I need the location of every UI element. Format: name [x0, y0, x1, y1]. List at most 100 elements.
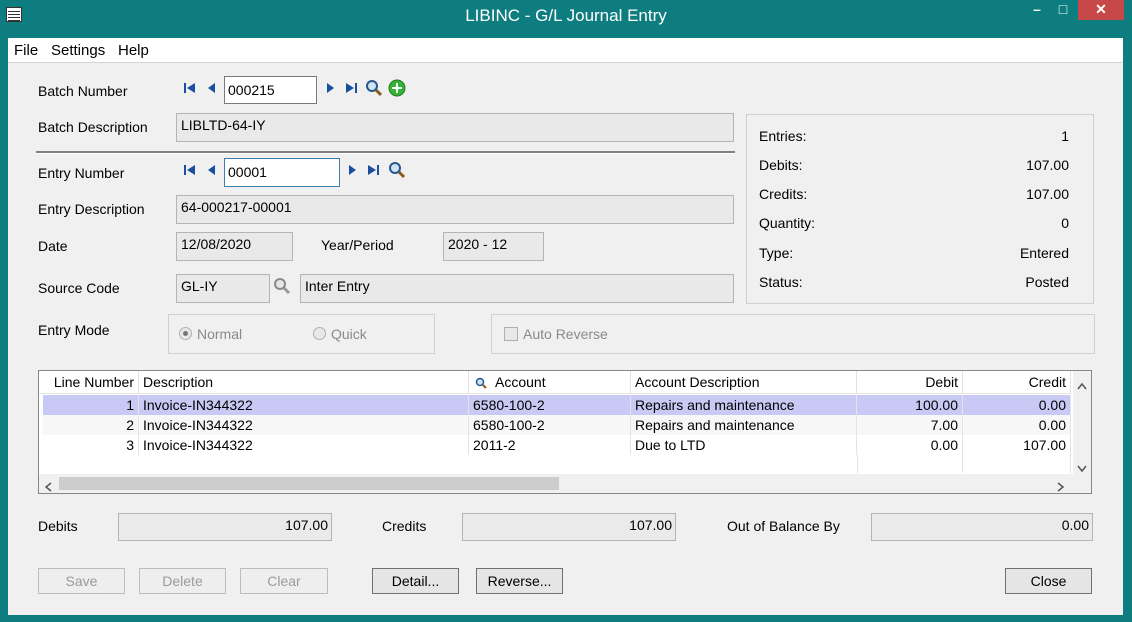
debits-total-field[interactable]: 107.00: [118, 513, 332, 541]
menu-bar: File Settings Help: [8, 38, 1123, 63]
normal-radio[interactable]: [179, 327, 192, 340]
column-header-account-description[interactable]: Account Description: [631, 371, 857, 393]
batch-number-label: Batch Number: [38, 83, 128, 99]
auto-reverse-checkbox[interactable]: [504, 327, 518, 341]
source-code-field[interactable]: GL-IY: [176, 274, 270, 303]
account-description-cell[interactable]: Repairs and maintenance: [631, 415, 857, 435]
status-label: Status:: [759, 274, 803, 290]
entry-finder-icon[interactable]: [388, 161, 406, 179]
description-cell[interactable]: Invoice-IN344322: [139, 415, 469, 435]
type-value: Entered: [1019, 245, 1069, 261]
previous-entry-icon[interactable]: [205, 163, 219, 177]
debits-stat-label: Debits:: [759, 157, 803, 173]
entry-description-field[interactable]: 64-000217-00001: [176, 195, 734, 224]
scroll-up-icon[interactable]: [1077, 377, 1087, 393]
clear-button[interactable]: Clear: [240, 568, 328, 594]
credits-total-label: Credits: [382, 518, 427, 534]
year-period-label: Year/Period: [321, 237, 394, 253]
batch-finder-icon[interactable]: [365, 79, 383, 97]
entries-value: 1: [1061, 128, 1069, 144]
credit-cell[interactable]: 0.00: [963, 415, 1071, 435]
empty-grid-area: [43, 455, 1071, 473]
account-description-cell[interactable]: Repairs and maintenance: [631, 395, 857, 415]
description-cell[interactable]: Invoice-IN344322: [139, 435, 469, 455]
account-cell[interactable]: 2011-2: [469, 435, 631, 455]
account-cell[interactable]: 6580-100-2: [469, 415, 631, 435]
journal-lines-grid[interactable]: Line Number Description Account Account …: [38, 370, 1092, 494]
entry-description-label: Entry Description: [38, 201, 145, 217]
description-cell[interactable]: Invoice-IN344322: [139, 395, 469, 415]
minimize-button[interactable]: –: [1024, 0, 1050, 20]
date-field[interactable]: 12/08/2020: [176, 232, 293, 261]
previous-batch-icon[interactable]: [205, 81, 219, 95]
scroll-right-icon[interactable]: [1057, 479, 1065, 495]
menu-file[interactable]: File: [14, 42, 38, 59]
column-header-debit[interactable]: Debit: [857, 371, 963, 393]
last-batch-icon[interactable]: [344, 81, 358, 95]
next-batch-icon[interactable]: [323, 81, 337, 95]
quantity-value: 0: [1061, 215, 1069, 231]
account-cell[interactable]: 6580-100-2: [469, 395, 631, 415]
entry-number-input[interactable]: 00001: [224, 158, 340, 187]
entries-label: Entries:: [759, 128, 807, 144]
credits-total-field[interactable]: 107.00: [462, 513, 676, 541]
entry-mode-label: Entry Mode: [38, 322, 110, 338]
title-bar: LIBINC - G/L Journal Entry – □ ✕: [0, 0, 1132, 32]
column-header-line-number[interactable]: Line Number: [39, 371, 139, 393]
next-entry-icon[interactable]: [345, 163, 359, 177]
grid-header: Line Number Description Account Account …: [39, 371, 1071, 394]
column-header-description[interactable]: Description: [139, 371, 469, 393]
window-title: LIBINC - G/L Journal Entry: [465, 6, 667, 25]
date-label: Date: [38, 238, 68, 254]
menu-help[interactable]: Help: [118, 42, 149, 59]
line-number-cell[interactable]: 3: [43, 435, 139, 455]
credit-cell[interactable]: 0.00: [963, 395, 1071, 415]
debits-total-label: Debits: [38, 518, 78, 534]
type-label: Type:: [759, 245, 794, 261]
debit-cell[interactable]: 7.00: [857, 415, 963, 435]
batch-number-input[interactable]: 000215: [224, 76, 317, 104]
credits-stat-label: Credits:: [759, 186, 808, 202]
line-number-cell[interactable]: 2: [43, 415, 139, 435]
credit-cell[interactable]: 107.00: [963, 435, 1071, 455]
first-entry-icon[interactable]: [183, 163, 197, 177]
horizontal-scrollbar[interactable]: [39, 474, 1091, 493]
table-row[interactable]: 1 Invoice-IN344322 6580-100-2 Repairs an…: [43, 395, 1071, 415]
auto-reverse-label: Auto Reverse: [523, 326, 608, 342]
detail-button[interactable]: Detail...: [372, 568, 459, 594]
debit-cell[interactable]: 0.00: [857, 435, 963, 455]
maximize-button[interactable]: □: [1050, 0, 1076, 20]
delete-button[interactable]: Delete: [139, 568, 226, 594]
out-of-balance-label: Out of Balance By: [727, 518, 840, 534]
new-batch-icon[interactable]: [388, 79, 406, 97]
debit-cell[interactable]: 100.00: [857, 395, 963, 415]
normal-radio-label: Normal: [197, 326, 243, 342]
menu-settings[interactable]: Settings: [51, 42, 105, 59]
first-batch-icon[interactable]: [183, 81, 197, 95]
last-entry-icon[interactable]: [366, 163, 380, 177]
table-row[interactable]: 3 Invoice-IN344322 2011-2 Due to LTD 0.0…: [43, 435, 1071, 455]
vertical-scrollbar[interactable]: [1073, 371, 1091, 474]
year-period-field[interactable]: 2020 - 12: [443, 232, 544, 261]
debits-stat-value: 107.00: [1026, 157, 1069, 173]
source-code-finder-icon[interactable]: [273, 277, 291, 295]
close-window-button[interactable]: ✕: [1078, 0, 1124, 20]
account-description-cell[interactable]: Due to LTD: [631, 435, 857, 455]
scroll-left-icon[interactable]: [44, 479, 52, 495]
quick-radio-label: Quick: [331, 326, 367, 342]
scroll-thumb[interactable]: [59, 477, 559, 490]
save-button[interactable]: Save: [38, 568, 125, 594]
line-number-cell[interactable]: 1: [43, 395, 139, 415]
close-button[interactable]: Close: [1005, 568, 1092, 594]
client-area: Batch Number 000215 Batch Description LI…: [8, 63, 1123, 615]
quick-radio[interactable]: [313, 327, 326, 340]
column-header-credit[interactable]: Credit: [963, 371, 1071, 393]
reverse-button[interactable]: Reverse...: [476, 568, 563, 594]
out-of-balance-field[interactable]: 0.00: [871, 513, 1093, 541]
source-code-description-field[interactable]: Inter Entry: [300, 274, 734, 303]
table-row[interactable]: 2 Invoice-IN344322 6580-100-2 Repairs an…: [43, 415, 1071, 435]
quantity-label: Quantity:: [759, 215, 816, 231]
entry-statistics-panel: Entries: 1 Debits: 107.00 Credits: 107.0…: [746, 114, 1094, 304]
batch-description-field[interactable]: LIBLTD-64-IY: [176, 113, 734, 142]
column-header-account[interactable]: Account: [469, 371, 631, 393]
